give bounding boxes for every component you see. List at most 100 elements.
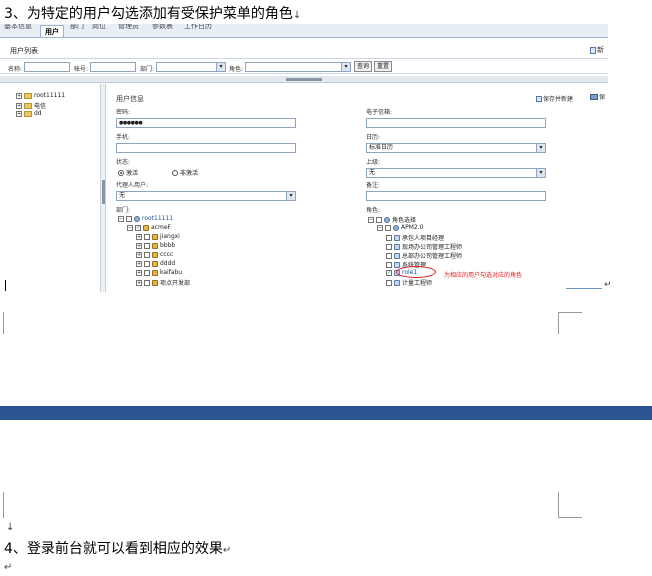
checkbox[interactable] (144, 269, 150, 276)
tab-admins[interactable]: 管理员 (114, 24, 143, 32)
checkbox-checked[interactable]: ✓ (386, 269, 392, 276)
dept-tree-item[interactable]: + jiangxi (136, 233, 180, 240)
proxy-user-select[interactable]: 无 (116, 191, 296, 201)
dept-item-label: 项点开发部 (160, 280, 191, 287)
collapse-icon[interactable]: − (127, 224, 133, 231)
password-input[interactable]: ●●●●●● (116, 118, 296, 128)
expand-icon[interactable]: + (16, 110, 22, 117)
tab-basic-info[interactable]: 基本信息 (0, 24, 36, 32)
tab-parameters[interactable]: 参数表 (148, 24, 177, 32)
email-label: 电子信箱: (366, 109, 393, 116)
dept-item-label: cccc (160, 251, 174, 258)
checkbox[interactable] (144, 251, 150, 258)
dept-item-label: dddd (160, 260, 176, 267)
checkbox[interactable] (126, 215, 132, 222)
left-tree-node[interactable]: + 电信 (16, 101, 46, 110)
search-account-label: 帐号: (74, 66, 89, 73)
checkbox[interactable] (386, 234, 392, 241)
dept-tree-item[interactable]: + bbbb (136, 242, 175, 249)
page-corner-mark (0, 492, 4, 518)
dept-tree-item[interactable]: + cccc (136, 251, 173, 258)
horizontal-splitter[interactable] (0, 76, 608, 83)
role-tree-item[interactable]: 计量工程师 (386, 278, 432, 287)
role-child-label: APM2.0 (401, 224, 424, 231)
role-tree-node[interactable]: − APM2.0 (377, 224, 423, 231)
dept-icon (143, 224, 149, 231)
role-label: 角色: (366, 207, 381, 214)
dept-tree-item[interactable]: + dddd (136, 260, 175, 267)
search-name-input[interactable] (24, 62, 70, 72)
dept-icon (152, 279, 158, 286)
tab-departments[interactable]: 部门 (66, 24, 88, 32)
checkbox[interactable] (386, 279, 392, 286)
checkbox[interactable] (386, 261, 392, 268)
role-icon (394, 243, 400, 250)
remark-input[interactable] (366, 191, 546, 201)
left-tree-node[interactable]: + dd (16, 110, 42, 117)
left-tree-label: dd (34, 110, 42, 117)
checkbox[interactable] (385, 224, 391, 231)
checkbox[interactable] (144, 242, 150, 249)
expand-icon[interactable]: + (136, 279, 142, 286)
expand-icon[interactable]: + (136, 233, 142, 240)
new-label: 新 (597, 46, 604, 54)
user-list-new-link[interactable]: 新 (590, 45, 604, 55)
text-cursor (5, 280, 6, 291)
step4-para-mark: ↵ (222, 545, 232, 556)
search-role-select[interactable] (245, 62, 351, 72)
calendar-select[interactable]: 标准日历 (366, 143, 546, 153)
expand-icon[interactable]: + (136, 251, 142, 258)
search-dept-select[interactable] (156, 62, 226, 72)
expand-icon[interactable]: + (16, 92, 22, 99)
role-tree-item[interactable]: 承包人项目经理 (386, 233, 444, 242)
expand-icon[interactable]: + (136, 269, 142, 276)
role-icon (394, 234, 400, 241)
search-account-input[interactable] (90, 62, 136, 72)
dept-tree-node[interactable]: − ✓ acmeF (127, 224, 171, 231)
dept-tree-root[interactable]: − root11111 (118, 215, 173, 222)
checkbox[interactable] (144, 233, 150, 240)
dept-tree-item[interactable]: + 项点开发部 (136, 278, 190, 287)
checkbox[interactable] (376, 216, 382, 223)
status-inactive-radio[interactable]: 非激活 (172, 168, 198, 177)
tab-positions[interactable]: 岗位 (88, 24, 110, 32)
collapse-icon[interactable]: − (368, 216, 374, 223)
role-item-label: 现场办公司管理工程师 (402, 244, 463, 251)
checkbox[interactable] (386, 243, 392, 250)
superior-select[interactable]: 无 (366, 168, 546, 178)
email-input[interactable] (366, 118, 546, 128)
expand-icon[interactable]: + (136, 242, 142, 249)
status-active-radio[interactable]: 激活 (118, 168, 138, 177)
checkbox[interactable] (144, 279, 150, 286)
expand-icon[interactable]: + (16, 102, 22, 109)
left-tree-node[interactable]: + root11111 (16, 92, 65, 99)
app-icon (393, 224, 399, 231)
vertical-splitter[interactable] (100, 84, 106, 292)
role-item-label: 计量工程师 (402, 280, 433, 287)
query-button[interactable]: 查询 (354, 61, 372, 72)
role-tree-item[interactable]: 现场办公司管理工程师 (386, 242, 462, 251)
role-tree-root[interactable]: − 角色选择 (368, 215, 416, 224)
save-button[interactable]: 保 (590, 92, 605, 101)
dept-tree-item[interactable]: + kaifabu (136, 269, 182, 276)
save-and-new-button[interactable]: 保存并新建 (536, 94, 573, 103)
radio-icon[interactable] (118, 169, 124, 176)
right-margin-line (566, 288, 602, 289)
radio-icon[interactable] (172, 169, 178, 176)
disk-icon (590, 93, 598, 100)
checkbox[interactable] (386, 252, 392, 259)
reset-button[interactable]: 重置 (374, 61, 392, 72)
collapse-icon[interactable]: − (118, 215, 124, 222)
role1-highlight-ellipse (396, 266, 436, 278)
expand-icon[interactable]: + (136, 260, 142, 267)
role-icon (394, 279, 400, 286)
remark-label: 备注: (366, 182, 381, 189)
tab-work-calendar[interactable]: 工作日历 (180, 24, 216, 32)
checkbox-checked[interactable]: ✓ (135, 224, 141, 231)
checkbox[interactable] (144, 260, 150, 267)
tab-users[interactable]: 用户 (40, 25, 64, 37)
role-tree-item[interactable]: 总部办公司管理工程师 (386, 251, 462, 260)
phone-input[interactable] (116, 143, 296, 153)
collapse-icon[interactable]: − (377, 224, 383, 231)
role-item-label: 总部办公司管理工程师 (402, 253, 463, 260)
